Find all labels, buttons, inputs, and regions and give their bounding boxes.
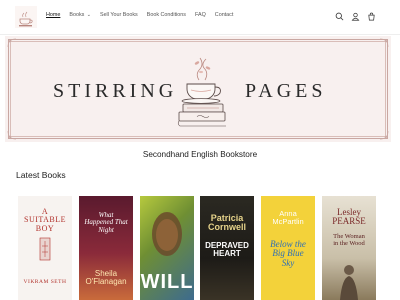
corner-ornament (379, 38, 389, 48)
book-author: VIKRAM SETH (23, 279, 67, 285)
book-author: Anna McPartlin (272, 209, 304, 226)
search-icon[interactable] (335, 12, 344, 21)
corner-ornament (7, 38, 17, 48)
corner-ornament (7, 130, 17, 140)
book-cover-portrait (152, 212, 182, 256)
brand-word-right: PAGES (245, 80, 327, 102)
nav-item-contact[interactable]: Contact (215, 12, 234, 18)
book-title: What Happened That Night (84, 211, 128, 234)
book-cover-figure (340, 265, 358, 300)
book-cover-ornament (39, 237, 51, 261)
teacup-books-illustration (177, 57, 226, 127)
site-header: Home Books ⌄ Sell Your Books Book Condit… (0, 0, 400, 35)
book-card[interactable]: A SUITABLE BOY VIKRAM SETH (18, 196, 72, 300)
book-author: Patricia Cornwell (207, 213, 246, 233)
book-card[interactable]: Patricia Cornwell DEPRAVED HEART (200, 196, 254, 300)
chevron-down-icon: ⌄ (85, 12, 91, 18)
nav-item-faq[interactable]: FAQ (195, 12, 206, 18)
book-title: Below the Big Blue Sky (270, 239, 306, 268)
account-icon[interactable] (351, 12, 360, 21)
cart-icon[interactable] (367, 12, 376, 21)
book-title: The Woman in the Wood (333, 233, 365, 247)
book-author: Sheila O'Flanagan (85, 269, 127, 287)
nav-item-home[interactable]: Home (46, 12, 60, 18)
nav-item-books[interactable]: Books ⌄ (69, 12, 91, 18)
book-card[interactable]: What Happened That Night Sheila O'Flanag… (79, 196, 133, 300)
book-card[interactable]: Anna McPartlin Below the Big Blue Sky (261, 196, 315, 300)
hero-banner: STIRRING PAGES (5, 36, 391, 142)
header-icons (335, 12, 376, 21)
book-title: WILL (140, 271, 194, 293)
book-title: A SUITABLE BOY (24, 207, 67, 233)
store-logo[interactable] (15, 6, 37, 28)
main-nav: Home Books ⌄ Sell Your Books Book Condit… (46, 12, 233, 18)
latest-books-heading: Latest Books (16, 170, 66, 180)
nav-item-books-label: Books (69, 12, 85, 18)
nav-item-sell-your-books[interactable]: Sell Your Books (100, 12, 138, 18)
book-card[interactable]: Lesley PEARSE The Woman in the Wood (322, 196, 376, 300)
book-title: DEPRAVED HEART (205, 241, 249, 259)
brand-word-left: STIRRING (53, 80, 178, 102)
book-author: Lesley PEARSE (332, 207, 366, 227)
store-tagline: Secondhand English Bookstore (142, 150, 258, 159)
book-card[interactable]: WILL (140, 196, 194, 300)
nav-item-book-conditions[interactable]: Book Conditions (147, 12, 186, 18)
corner-ornament (379, 130, 389, 140)
